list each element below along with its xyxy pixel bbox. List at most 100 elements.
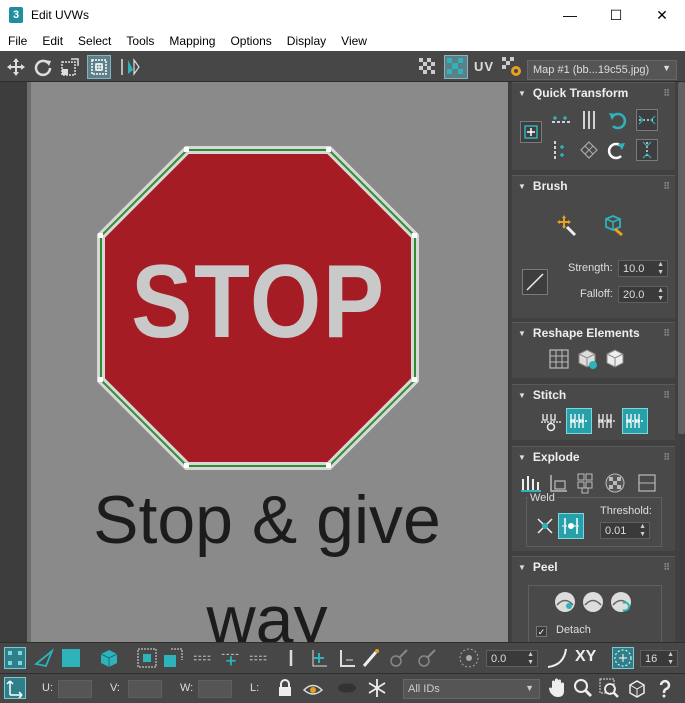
checker-pattern-icon[interactable] <box>416 55 440 79</box>
ring-selection-icon[interactable] <box>192 647 214 669</box>
brush-falloff-curve-icon[interactable] <box>522 269 548 295</box>
space-horizontal-icon[interactable] <box>636 109 658 131</box>
rollout-header-quick-transform[interactable]: ▼ Quick Transform ⠿ <box>512 83 675 103</box>
angle-spinner[interactable]: 0.0 ▲ ▼ <box>486 650 538 667</box>
edge-loop-icon[interactable] <box>248 647 270 669</box>
unhide-icon[interactable] <box>336 677 358 699</box>
rollout-peel: ▼ Peel ⠿ ✓ Detach <box>512 556 675 643</box>
mirror-icon[interactable] <box>117 55 141 79</box>
rotate-ccw-icon[interactable] <box>606 109 628 131</box>
rollout-header-stitch[interactable]: ▼ Stitch ⠿ <box>512 385 675 405</box>
break-icon[interactable] <box>634 470 660 496</box>
panel-scrollbar[interactable] <box>678 82 685 434</box>
w-field[interactable] <box>198 680 232 698</box>
menu-file[interactable]: File <box>0 34 34 48</box>
flatten-checker-icon[interactable] <box>602 470 628 496</box>
zoom-extents-icon[interactable] <box>626 677 648 699</box>
map-select-dropdown[interactable]: Map #1 (bb...19c55.jpg) ▼ <box>527 60 677 80</box>
rollout-header-explode[interactable]: ▼ Explode ⠿ <box>512 447 675 467</box>
menu-mapping[interactable]: Mapping <box>161 34 222 48</box>
strength-value: 10.0 <box>623 262 645 275</box>
select-border-icon[interactable] <box>336 647 358 669</box>
rollout-title: Peel <box>532 560 558 574</box>
uv-axis-label[interactable]: UV <box>474 59 494 74</box>
move-icon[interactable] <box>4 55 28 79</box>
quick-peel-icon[interactable] <box>552 589 578 615</box>
paint-select-icon[interactable] <box>360 647 382 669</box>
minimize-button[interactable]: — <box>547 0 593 30</box>
l-label: L: <box>250 682 260 694</box>
menu-display[interactable]: Display <box>279 34 333 48</box>
weld-selected-icon[interactable] <box>532 513 558 539</box>
stitch-element-icon[interactable] <box>602 346 628 372</box>
peel-mode-icon[interactable] <box>580 589 606 615</box>
align-grid-icon[interactable] <box>578 139 600 161</box>
strength-spinner[interactable]: 10.0 ▲ ▼ <box>618 260 668 277</box>
shrink-selection-icon[interactable] <box>162 647 184 669</box>
scale-icon[interactable] <box>58 55 82 79</box>
falloff-spinner[interactable]: 20.0 ▲ ▼ <box>618 286 668 303</box>
menu-options[interactable]: Options <box>222 34 278 48</box>
stitch-to-source-icon[interactable] <box>622 408 648 434</box>
stitch-average-icon[interactable] <box>594 408 620 434</box>
uv-editor-viewport[interactable]: STOP Stop & give way <box>27 82 508 642</box>
menu-edit[interactable]: Edit <box>34 34 70 48</box>
paint-move-icon[interactable] <box>554 212 580 238</box>
texture-settings-icon[interactable] <box>500 55 524 79</box>
rotate-icon[interactable] <box>31 55 55 79</box>
polygon-mode-icon[interactable] <box>60 647 82 669</box>
rotate-cw-icon[interactable] <box>606 139 628 161</box>
rollout-header-brush[interactable]: ▼ Brush ⠿ <box>512 176 675 196</box>
menu-select[interactable]: Select <box>70 34 118 48</box>
relax-element-icon[interactable] <box>574 346 600 372</box>
xy-toggle[interactable]: XY <box>575 648 596 666</box>
space-vertical-icon[interactable] <box>636 139 658 161</box>
zoom-region-icon[interactable] <box>598 677 620 699</box>
menu-tools[interactable]: Tools <box>118 34 161 48</box>
select-overlap-icon[interactable] <box>308 647 330 669</box>
paint-select-add-icon[interactable] <box>388 647 410 669</box>
close-button[interactable]: ✕ <box>639 0 685 30</box>
grow-selection-icon[interactable] <box>136 647 158 669</box>
show-map-icon[interactable] <box>444 55 468 79</box>
edge-mode-icon[interactable] <box>33 647 55 669</box>
snap-spinner[interactable]: 16 ▲ ▼ <box>640 650 678 667</box>
flatten-by-polygon-icon[interactable] <box>574 470 600 496</box>
grip-icon: ⠿ <box>663 389 670 400</box>
relax-brush-icon[interactable] <box>600 212 626 238</box>
set-pivot-icon[interactable] <box>520 121 542 143</box>
threshold-spinner[interactable]: 0.01 ▲ ▼ <box>600 522 650 539</box>
grid-snap-icon[interactable] <box>612 647 634 669</box>
rollout-header-peel[interactable]: ▼ Peel ⠿ <box>512 557 675 577</box>
freeform-mode-icon[interactable] <box>87 55 111 79</box>
zoom-icon[interactable] <box>572 677 594 699</box>
soft-selection-icon[interactable] <box>458 647 480 669</box>
align-left-icon[interactable] <box>550 139 572 161</box>
stitch-custom-icon[interactable] <box>538 408 564 434</box>
menu-view[interactable]: View <box>333 34 374 48</box>
paint-select-subtract-icon[interactable] <box>416 647 438 669</box>
weld-target-icon[interactable] <box>558 513 584 539</box>
align-vertical-icon[interactable] <box>578 109 600 131</box>
loop-selection-icon[interactable] <box>220 647 242 669</box>
peel-reset-icon[interactable] <box>608 589 634 615</box>
stitch-to-target-icon[interactable] <box>566 408 592 434</box>
point-to-point-icon[interactable] <box>280 647 302 669</box>
freeze-icon[interactable] <box>366 677 388 699</box>
v-field[interactable] <box>128 680 162 698</box>
rollout-header-reshape[interactable]: ▼ Reshape Elements ⠿ <box>512 323 675 343</box>
straighten-selection-icon[interactable] <box>546 346 572 372</box>
detach-checkbox[interactable]: ✓ <box>536 626 547 637</box>
align-horizontal-icon[interactable] <box>550 109 572 131</box>
vertex-mode-icon[interactable] <box>4 647 26 669</box>
hide-icon[interactable] <box>302 677 324 699</box>
material-ids-dropdown[interactable]: All IDs ▼ <box>403 679 540 699</box>
maximize-button[interactable]: ☐ <box>593 0 639 30</box>
pan-hand-icon[interactable] <box>546 677 568 699</box>
element-mode-icon[interactable] <box>98 647 120 669</box>
absolute-offset-toggle-icon[interactable] <box>4 677 26 699</box>
lock-icon[interactable] <box>274 677 296 699</box>
falloff-curve-icon[interactable] <box>546 647 568 669</box>
help-icon[interactable] <box>654 677 676 699</box>
u-field[interactable] <box>58 680 92 698</box>
